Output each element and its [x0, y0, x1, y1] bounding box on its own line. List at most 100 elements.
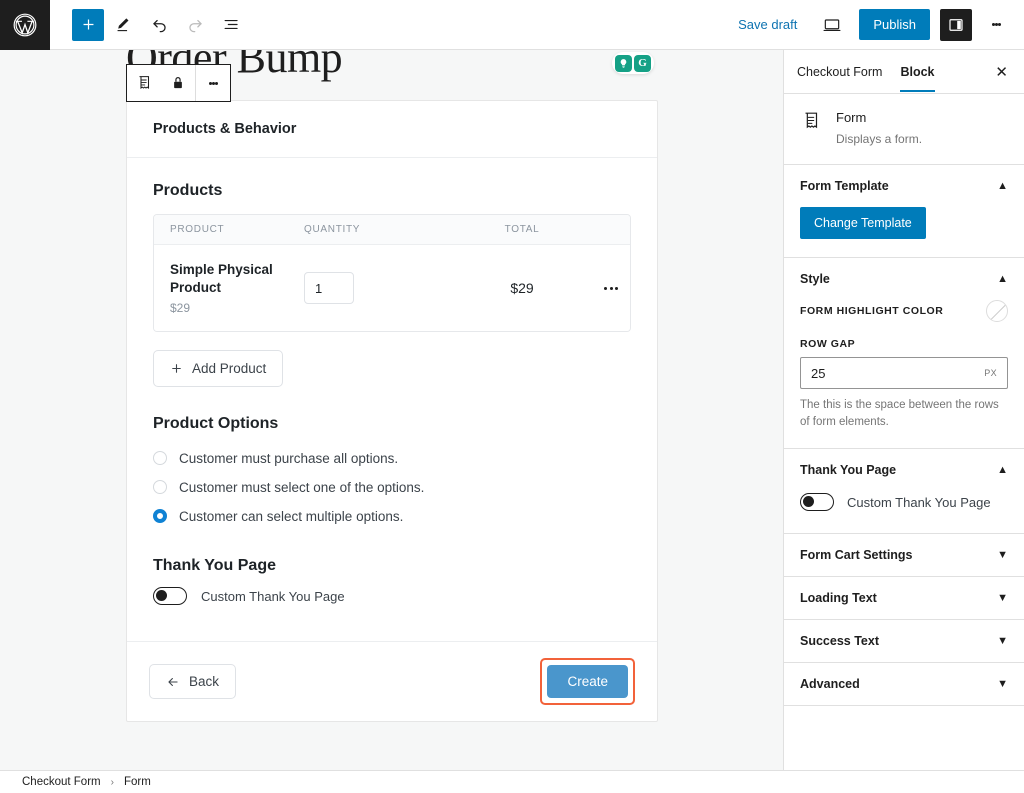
form-highlight-color-label: FORM HIGHLIGHT COLOR [800, 305, 943, 317]
close-icon[interactable]: ✕ [983, 63, 1020, 81]
panel-form-cart-settings-header[interactable]: Form Cart Settings ▼ [784, 534, 1024, 576]
form-highlight-color-row: FORM HIGHLIGHT COLOR [800, 300, 1008, 322]
panel-advanced-header[interactable]: Advanced ▼ [784, 663, 1024, 705]
product-name: Simple Physical Product [170, 261, 304, 297]
thank-you-page-title: Thank You Page [153, 557, 631, 575]
product-cell: Simple Physical Product $29 [154, 261, 304, 315]
form-block-card: Products & Behavior Products PRODUCT QUA… [126, 100, 658, 722]
grammarly-widget[interactable]: G [612, 52, 654, 74]
chevron-down-icon[interactable]: ▼ [997, 636, 1008, 647]
column-header-product: PRODUCT [154, 224, 304, 235]
panel-success-text-header[interactable]: Success Text ▼ [784, 620, 1024, 662]
radio-label: Customer can select multiple options. [179, 509, 403, 524]
radio-option-purchase-all[interactable]: Customer must purchase all options. [153, 445, 631, 471]
panel-thank-you-header[interactable]: Thank You Page ▲ [784, 449, 1024, 491]
column-header-total: TOTAL [452, 224, 592, 235]
color-swatch-empty[interactable] [986, 300, 1008, 322]
row-gap-help-text: The this is the space between the rows o… [800, 397, 1008, 430]
radio-label: Customer must purchase all options. [179, 451, 398, 466]
row-gap-unit[interactable]: PX [984, 368, 997, 378]
panel-title: Form Cart Settings [800, 548, 913, 562]
settings-sidebar-toggle[interactable] [940, 9, 972, 41]
redo-arrow-icon [178, 8, 212, 42]
quantity-cell [304, 272, 452, 304]
panel-loading-text-header[interactable]: Loading Text ▼ [784, 577, 1024, 619]
plus-icon [170, 362, 183, 375]
chevron-up-icon[interactable]: ▲ [997, 465, 1008, 476]
breadcrumb: Checkout Form › Form [0, 770, 1024, 793]
row-gap-value: 25 [811, 366, 984, 381]
panel-loading-text: Loading Text ▼ [784, 577, 1024, 620]
add-product-button[interactable]: Add Product [153, 350, 283, 387]
breadcrumb-item-checkout-form[interactable]: Checkout Form [22, 776, 101, 788]
arrow-left-icon [166, 675, 180, 689]
tab-block[interactable]: Block [891, 52, 943, 91]
chevron-up-icon[interactable]: ▲ [997, 274, 1008, 285]
panel-success-text: Success Text ▼ [784, 620, 1024, 663]
grammarly-g-icon[interactable]: G [634, 55, 651, 72]
panel-title: Thank You Page [800, 463, 896, 477]
panel-form-template-body: Change Template [784, 207, 1024, 257]
publish-button[interactable]: Publish [859, 9, 930, 40]
sidebar-custom-thank-you-toggle[interactable] [800, 493, 834, 511]
panel-style-header[interactable]: Style ▲ [784, 258, 1024, 300]
form-block-icon[interactable] [127, 65, 161, 101]
sidebar-custom-thank-you-label: Custom Thank You Page [847, 495, 991, 510]
save-draft-button[interactable]: Save draft [730, 11, 805, 38]
row-gap-label: ROW GAP [800, 338, 1008, 350]
add-block-button[interactable] [72, 9, 104, 41]
panel-title: Style [800, 272, 830, 286]
products-section-title: Products [153, 182, 631, 200]
radio-icon-selected[interactable] [153, 509, 167, 523]
panel-style: Style ▲ FORM HIGHLIGHT COLOR ROW GAP 25 … [784, 258, 1024, 449]
undo-arrow-icon[interactable] [142, 8, 176, 42]
column-header-quantity: QUANTITY [304, 224, 452, 235]
panel-form-template-header[interactable]: Form Template ▲ [784, 165, 1024, 207]
product-price: $29 [170, 301, 304, 315]
products-table: PRODUCT QUANTITY TOTAL Simple Physical P… [153, 214, 631, 332]
table-row: Simple Physical Product $29 $29 [154, 245, 630, 331]
panel-advanced: Advanced ▼ [784, 663, 1024, 706]
quantity-input[interactable] [304, 272, 354, 304]
back-button[interactable]: Back [149, 664, 236, 699]
block-description: Displays a form. [836, 132, 922, 146]
radio-icon[interactable] [153, 480, 167, 494]
row-gap-input[interactable]: 25 PX [800, 357, 1008, 389]
lock-icon[interactable] [161, 65, 195, 101]
radio-icon[interactable] [153, 451, 167, 465]
block-info-text: Form Displays a form. [836, 110, 922, 146]
radio-option-select-one[interactable]: Customer must select one of the options. [153, 474, 631, 500]
wordpress-logo-icon[interactable] [0, 0, 50, 50]
radio-label: Customer must select one of the options. [179, 480, 424, 495]
chevron-up-icon[interactable]: ▲ [997, 181, 1008, 192]
custom-thank-you-toggle-row: Custom Thank You Page [153, 587, 631, 605]
chevron-down-icon[interactable]: ▼ [997, 550, 1008, 561]
list-view-icon[interactable] [214, 8, 248, 42]
pencil-icon[interactable] [106, 8, 140, 42]
products-table-header: PRODUCT QUANTITY TOTAL [154, 215, 630, 245]
sidebar-custom-thank-you-row: Custom Thank You Page [800, 491, 1008, 515]
create-button[interactable]: Create [547, 665, 628, 698]
editor-options-menu[interactable] [982, 9, 1010, 41]
breadcrumb-item-form[interactable]: Form [124, 776, 151, 788]
panel-form-cart-settings: Form Cart Settings ▼ [784, 534, 1024, 577]
block-options-menu[interactable] [196, 65, 230, 101]
custom-thank-you-toggle[interactable] [153, 587, 187, 605]
card-heading: Products & Behavior [127, 101, 657, 158]
chevron-down-icon[interactable]: ▼ [997, 679, 1008, 690]
tab-checkout-form[interactable]: Checkout Form [788, 52, 891, 91]
lightbulb-icon[interactable] [615, 55, 632, 72]
settings-sidebar: Checkout Form Block ✕ Form Displays a fo… [783, 50, 1024, 770]
chevron-down-icon[interactable]: ▼ [997, 593, 1008, 604]
desktop-preview-icon[interactable] [815, 8, 849, 42]
column-header-actions [592, 224, 630, 235]
row-actions-cell [592, 285, 630, 291]
three-dots-horizontal-icon[interactable] [592, 285, 630, 291]
panel-form-template: Form Template ▲ Change Template [784, 165, 1024, 258]
sidebar-tabs: Checkout Form Block ✕ [784, 50, 1024, 94]
radio-option-select-multiple[interactable]: Customer can select multiple options. [153, 503, 631, 529]
top-bar-left-tools [50, 8, 248, 42]
block-info: Form Displays a form. [784, 94, 1024, 165]
block-toolbar-left-group [127, 65, 195, 101]
change-template-button[interactable]: Change Template [800, 207, 926, 239]
